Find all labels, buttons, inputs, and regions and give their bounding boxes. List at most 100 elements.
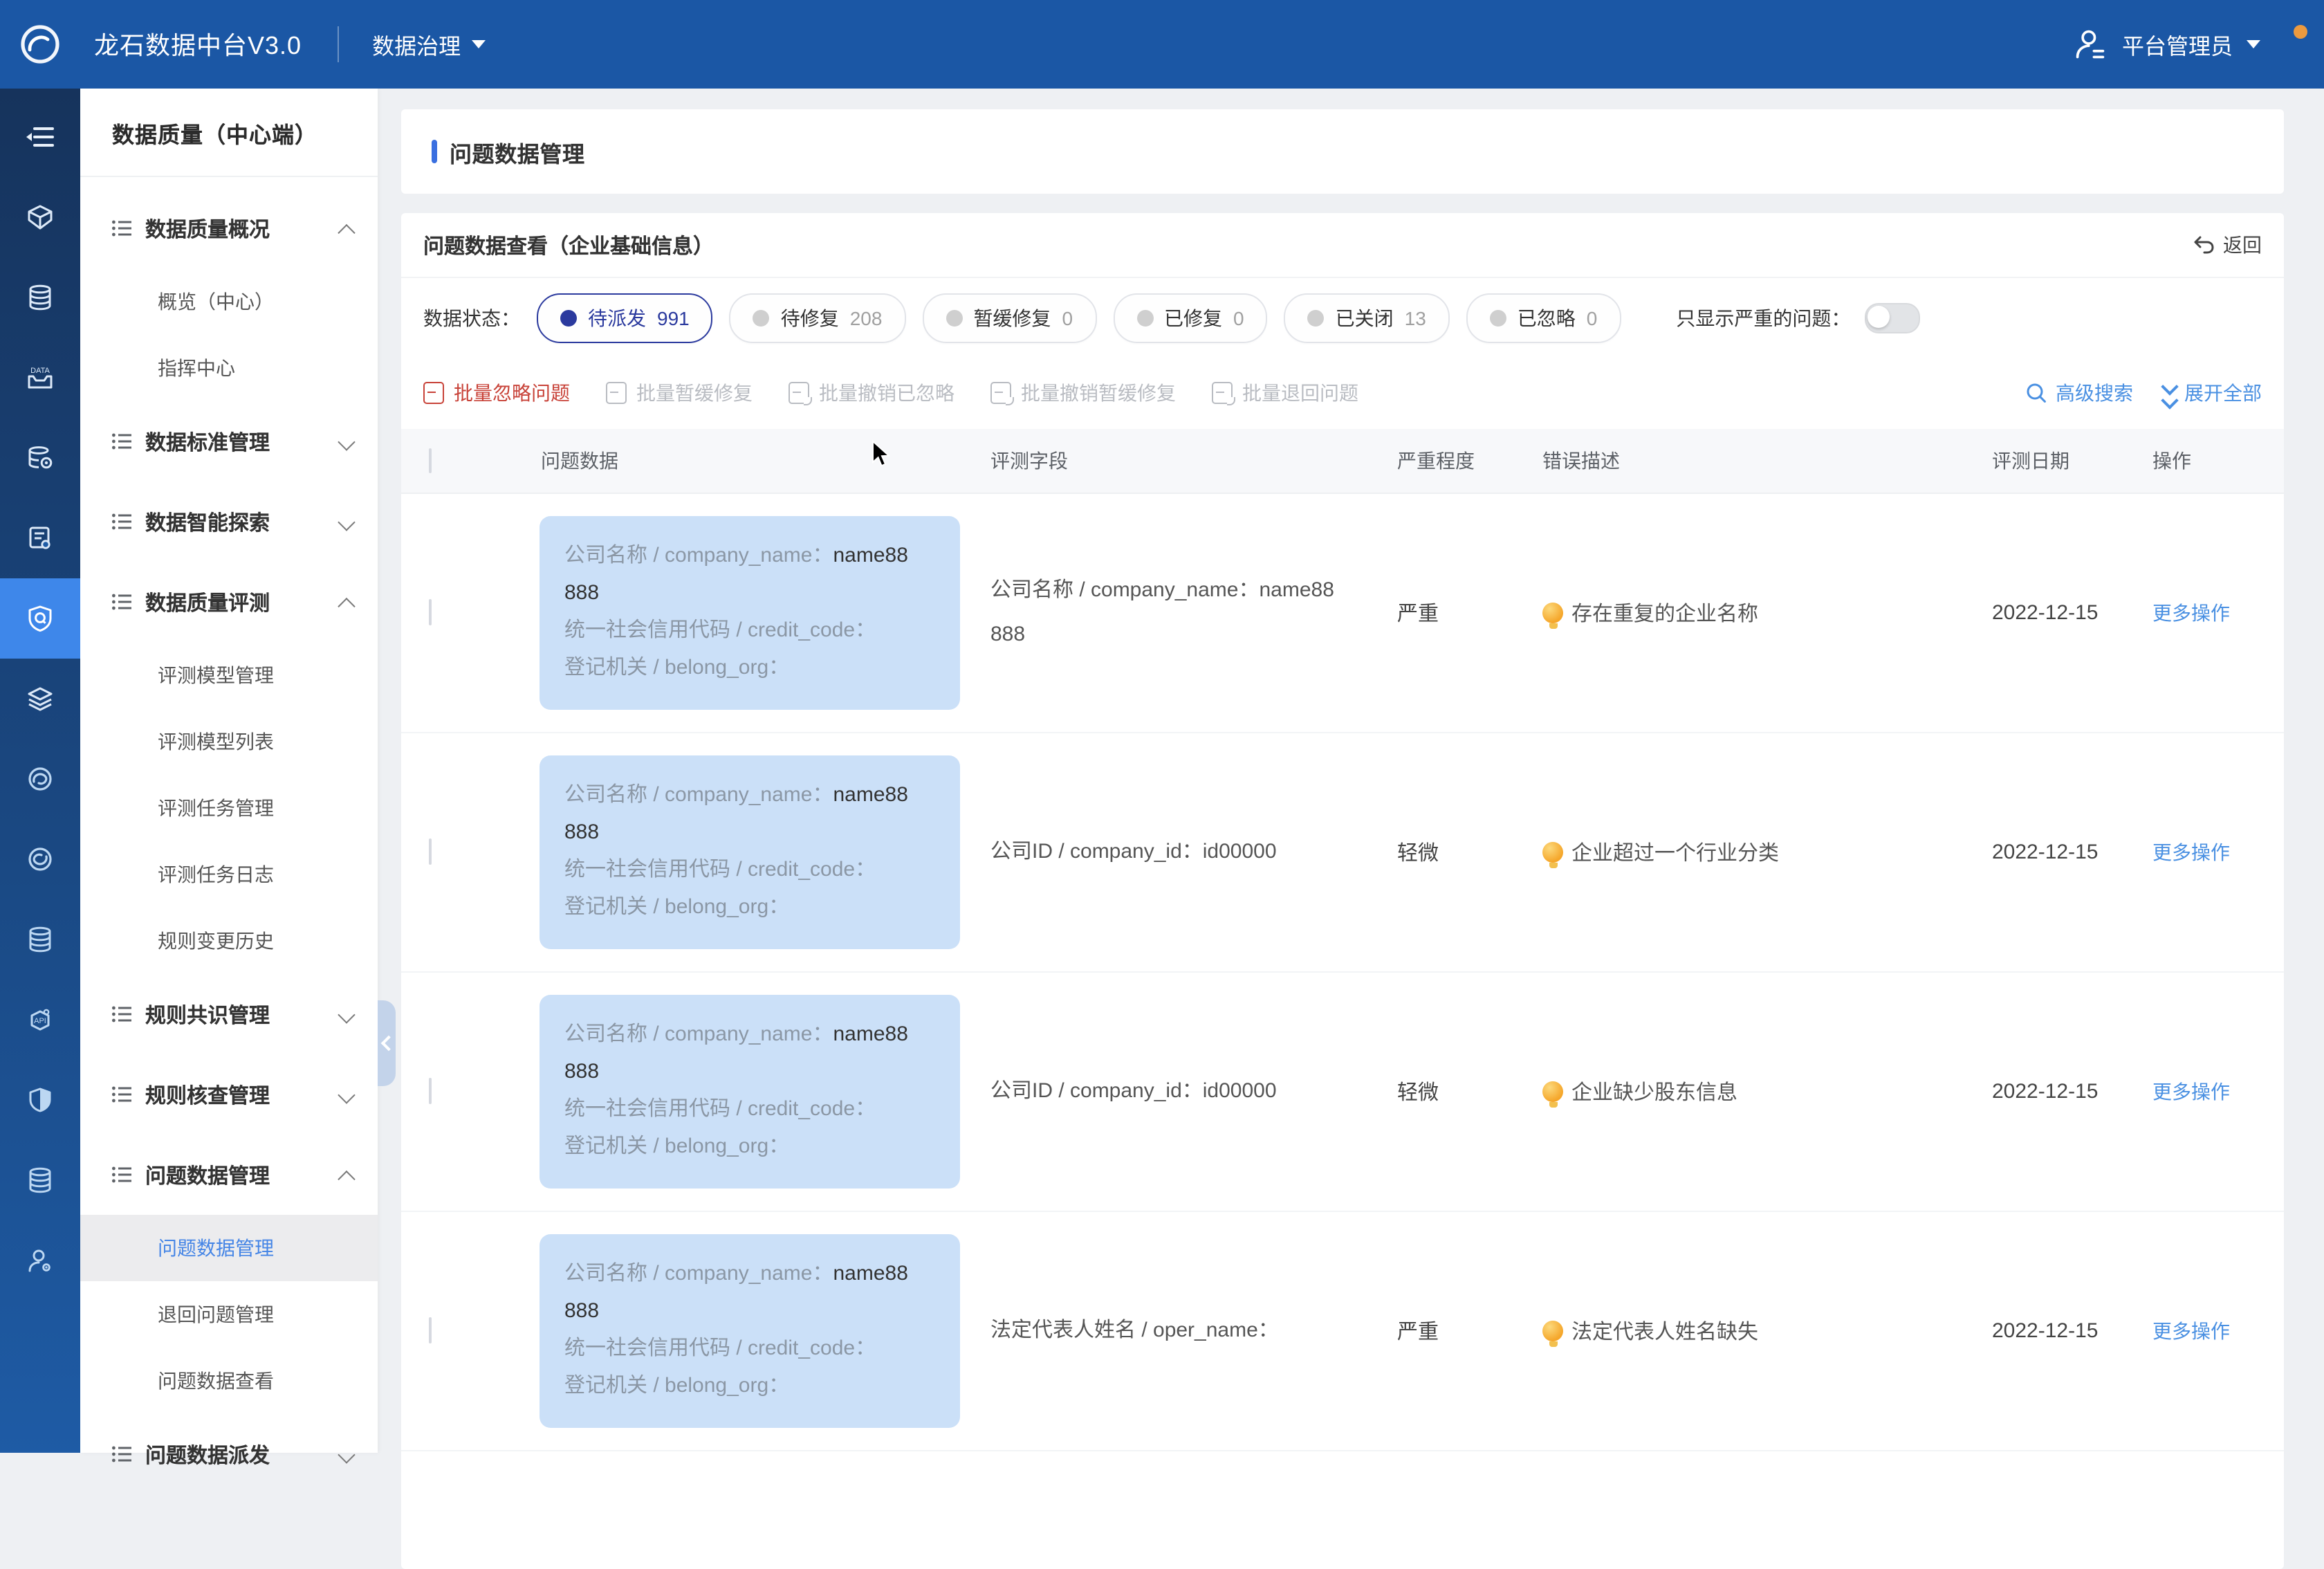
rail-item-database-2[interactable]	[0, 899, 80, 980]
expand-all-button[interactable]: 展开全部	[2164, 379, 2262, 407]
rail-item-swirl-1[interactable]	[0, 739, 80, 819]
sidebar-item-command-center[interactable]: 指挥中心	[80, 335, 378, 401]
sidebar-item-problem-data-view[interactable]: 问题数据查看	[80, 1348, 378, 1414]
box-field-label: 统一社会信用代码 / credit_code：	[564, 612, 935, 649]
rail-item-swirl-2[interactable]	[0, 819, 80, 899]
document-seal-icon	[26, 524, 54, 552]
back-button[interactable]: 返回	[2193, 231, 2262, 259]
error-desc-cell: 存在重复的企业名称	[1542, 598, 1758, 627]
advanced-search-button[interactable]: 高级搜索	[2025, 379, 2133, 407]
box-field-label: 登记机关 / belong_org：	[564, 649, 935, 686]
problem-data-box[interactable]: 公司名称 / company_name：name88 888 统一社会信用代码 …	[540, 995, 960, 1189]
pill-label: 暂缓修复	[973, 304, 1051, 331]
more-actions-link[interactable]: 更多操作	[2152, 1078, 2230, 1105]
user-menu[interactable]: 平台管理员	[2072, 26, 2324, 62]
rail-collapse-menu[interactable]	[0, 97, 80, 177]
button-label: 批量暂缓修复	[636, 379, 753, 407]
status-pill-postponed[interactable]: 暂缓修复0	[922, 293, 1096, 342]
sidebar-item-returned-problem-mgmt[interactable]: 退回问题管理	[80, 1281, 378, 1348]
problem-data-box[interactable]: 公司名称 / company_name：name88 888 统一社会信用代码 …	[540, 1234, 960, 1428]
sidebar-item-label: 退回问题管理	[158, 1301, 274, 1328]
rail-item-data-exchange[interactable]: DATA	[0, 338, 80, 418]
rail-item-data-quality-active[interactable]	[0, 578, 80, 659]
status-pill-pending-dispatch[interactable]: 待派发991	[537, 293, 713, 342]
batch-undo-ignore-button[interactable]: 批量撤销已忽略	[788, 379, 954, 407]
list-icon	[112, 594, 131, 610]
mouse-cursor	[872, 440, 892, 469]
rail-item-security[interactable]	[0, 1060, 80, 1140]
rail-item-database[interactable]	[0, 257, 80, 338]
shield-quality-icon	[26, 605, 54, 632]
row-checkbox[interactable]	[429, 838, 432, 865]
list-icon	[112, 1006, 131, 1022]
box-field-value: 888	[564, 574, 935, 612]
api-box-icon: API	[26, 1006, 54, 1034]
box-field-label: 登记机关 / belong_org：	[564, 1128, 935, 1165]
sidebar-item-problem-data-mgmt-active[interactable]: 问题数据管理	[80, 1215, 378, 1281]
table-header: 问题数据 评测字段 严重程度 错误描述 评测日期 操作	[401, 429, 2284, 494]
status-pill-ignored[interactable]: 已忽略0	[1466, 293, 1621, 342]
problem-data-box[interactable]: 公司名称 / company_name：name88 888 统一社会信用代码 …	[540, 755, 960, 949]
return-arrow-icon	[2193, 235, 2215, 255]
box-field-value: name88	[833, 1022, 907, 1046]
row-checkbox[interactable]	[429, 599, 432, 625]
chevron-up-icon	[338, 223, 355, 241]
more-actions-link[interactable]: 更多操作	[2152, 1317, 2230, 1345]
sidebar-item-smart-explore[interactable]: 数据智能探索	[80, 481, 378, 562]
sidebar-item-data-quality-overview[interactable]: 数据质量概况	[80, 188, 378, 268]
sidebar-item-label: 指挥中心	[158, 354, 235, 382]
batch-ignore-button[interactable]: 批量忽略问题	[423, 379, 570, 407]
sidebar-item-rule-consensus[interactable]: 规则共识管理	[80, 974, 378, 1054]
rail-item-user-admin[interactable]	[0, 1220, 80, 1301]
back-label: 返回	[2223, 231, 2262, 259]
severity-cell: 轻微	[1397, 838, 1439, 867]
sidebar-item-overview-center[interactable]: 概览（中心）	[80, 268, 378, 335]
status-pill-closed[interactable]: 已关闭13	[1284, 293, 1450, 342]
radio-dot-icon	[560, 309, 577, 326]
severity-cell: 严重	[1397, 1316, 1439, 1346]
user-icon	[2072, 26, 2108, 62]
box-field-value: 888	[564, 1292, 935, 1330]
box-field-label: 公司名称 / company_name：	[564, 544, 833, 567]
more-actions-link[interactable]: 更多操作	[2152, 599, 2230, 627]
row-checkbox[interactable]	[429, 1078, 432, 1104]
severe-only-control: 只显示严重的问题：	[1676, 302, 1919, 333]
rail-item-api[interactable]: API	[0, 980, 80, 1060]
sidebar-item-eval-model-list[interactable]: 评测模型列表	[80, 708, 378, 775]
section-title: 问题数据查看（企业基础信息）	[423, 230, 714, 259]
status-pill-fixed[interactable]: 已修复0	[1113, 293, 1268, 342]
sidebar-item-rule-check[interactable]: 规则核查管理	[80, 1054, 378, 1135]
sidebar-item-problem-data-mgmt-group[interactable]: 问题数据管理	[80, 1135, 378, 1215]
sidebar-item-label: 问题数据管理	[145, 1160, 270, 1189]
rail-item-standards[interactable]	[0, 498, 80, 578]
top-nav-data-governance[interactable]: 数据治理	[372, 28, 486, 61]
sidebar-collapse-handle[interactable]	[378, 1000, 396, 1086]
status-pill-pending-fix[interactable]: 待修复208	[730, 293, 906, 342]
sidebar-item-label: 评测任务管理	[158, 794, 274, 822]
problem-data-box[interactable]: 公司名称 / company_name：name88 888 统一社会信用代码 …	[540, 516, 960, 710]
batch-postpone-button[interactable]: 批量暂缓修复	[606, 379, 753, 407]
row-checkbox[interactable]	[429, 1317, 432, 1343]
batch-return-button[interactable]: 批量退回问题	[1212, 379, 1358, 407]
eval-date-cell: 2022-12-15	[1992, 1080, 2098, 1103]
sidebar-item-rule-change-history[interactable]: 规则变更历史	[80, 908, 378, 974]
sidebar-item-eval-model-mgmt[interactable]: 评测模型管理	[80, 642, 378, 708]
page-title-card: 问题数据管理	[401, 109, 2284, 194]
button-label: 批量退回问题	[1242, 379, 1358, 407]
rail-item-layers[interactable]	[0, 659, 80, 739]
box-field-value: name88	[833, 1262, 907, 1285]
rail-item-database-3[interactable]	[0, 1140, 80, 1220]
button-label: 批量撤销暂缓修复	[1021, 379, 1176, 407]
select-all-checkbox[interactable]	[429, 448, 432, 473]
sidebar-item-quality-evaluation[interactable]: 数据质量评测	[80, 562, 378, 642]
sidebar-item-eval-task-mgmt[interactable]: 评测任务管理	[80, 775, 378, 841]
sidebar-item-problem-data-dispatch[interactable]: 问题数据派发	[80, 1414, 378, 1494]
rail-item-assets[interactable]	[0, 177, 80, 257]
rail-item-db-audit[interactable]	[0, 418, 80, 498]
sidebar-item-data-standards[interactable]: 数据标准管理	[80, 401, 378, 481]
database-icon	[26, 1166, 54, 1194]
batch-undo-postpone-button[interactable]: 批量撤销暂缓修复	[990, 379, 1176, 407]
sidebar-item-eval-task-log[interactable]: 评测任务日志	[80, 841, 378, 908]
more-actions-link[interactable]: 更多操作	[2152, 838, 2230, 866]
severe-only-toggle[interactable]	[1864, 302, 1919, 333]
